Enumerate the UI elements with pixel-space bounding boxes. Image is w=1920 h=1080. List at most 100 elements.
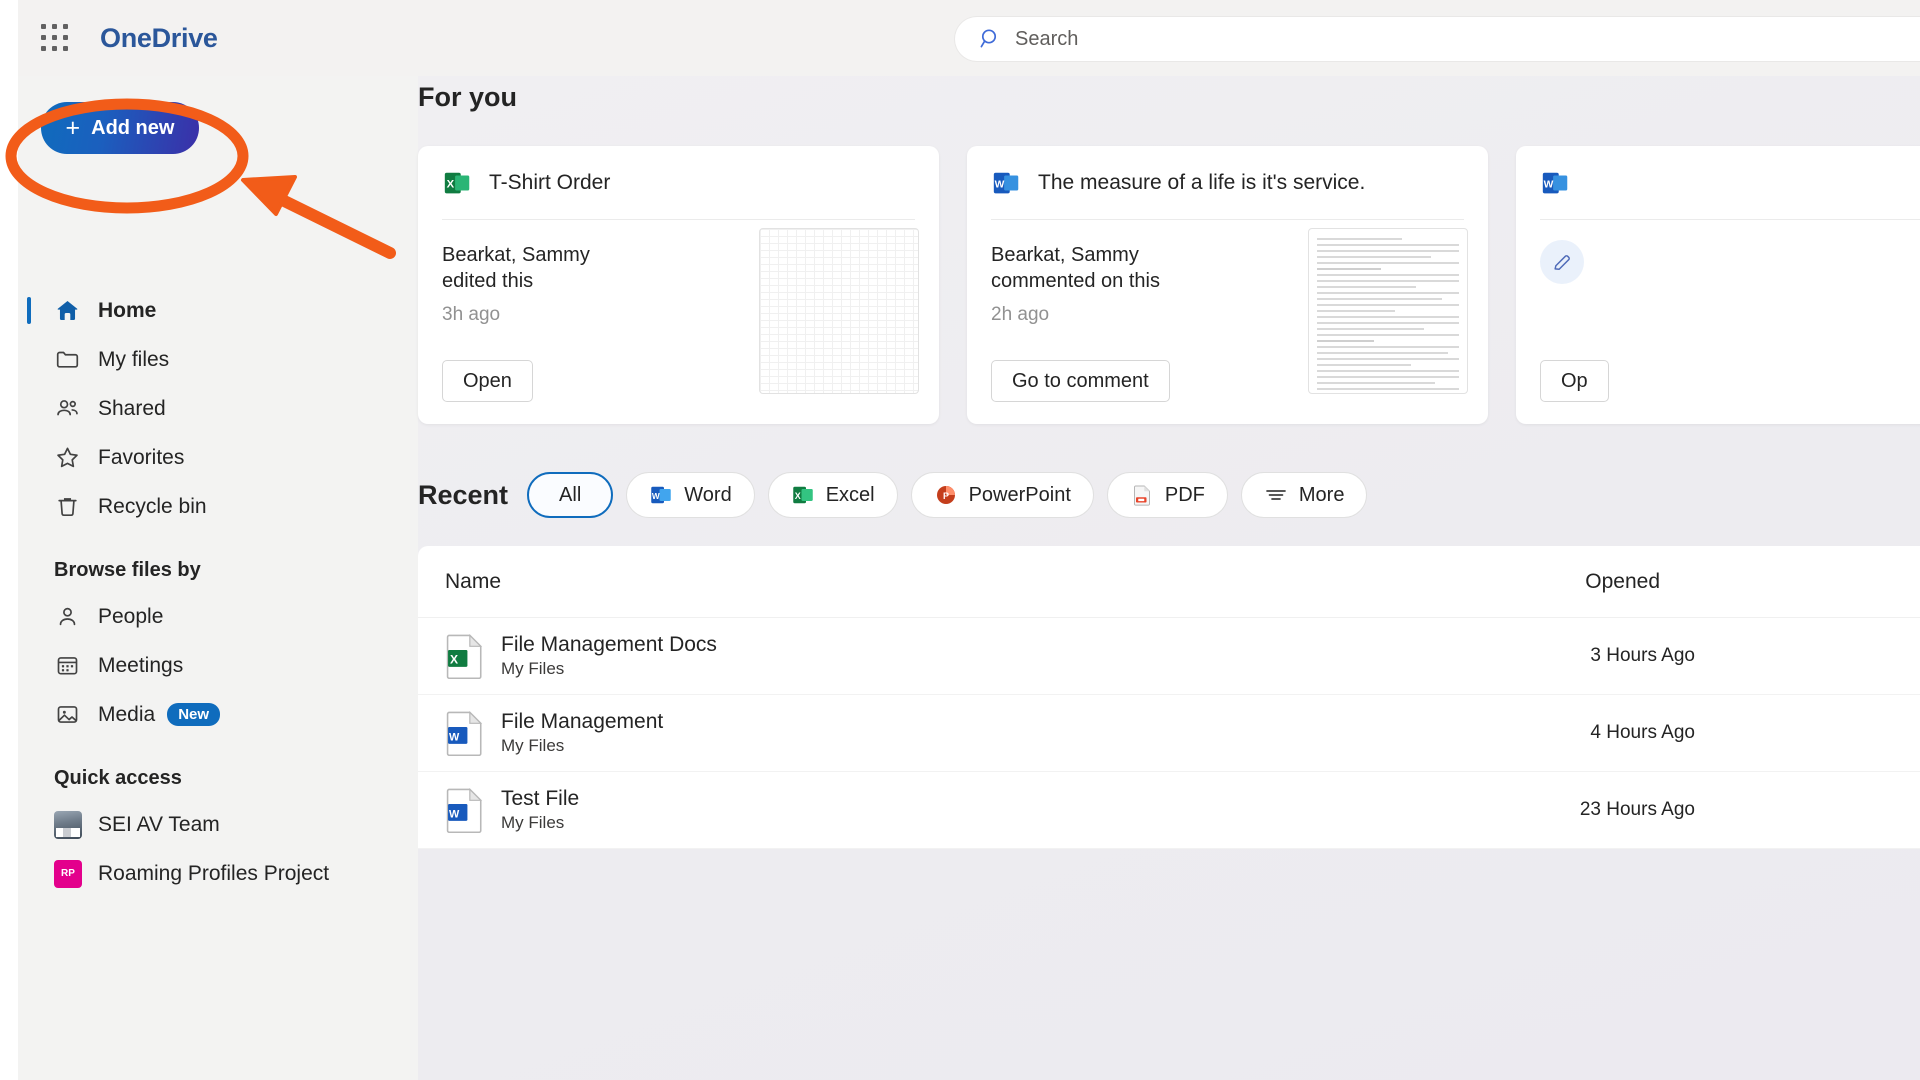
card-actor-line2: commented on this <box>991 270 1160 293</box>
filter-pill-word[interactable]: W Word <box>626 472 755 518</box>
main-content: For you X T-Shirt Order Bearkat, Sammy e… <box>418 76 1920 1080</box>
for-you-card[interactable]: X T-Shirt Order Bearkat, Sammy edited th… <box>418 146 939 424</box>
sidebar-item-recycle-bin[interactable]: Recycle bin <box>18 482 418 531</box>
quick-access-heading: Quick access <box>54 767 182 789</box>
card-title: T-Shirt Order <box>489 170 611 194</box>
for-you-carousel: X T-Shirt Order Bearkat, Sammy edited th… <box>418 146 1920 424</box>
file-name: File Management <box>501 710 664 733</box>
sidebar-item-sei-av-team[interactable]: SEI AV Team <box>18 800 418 849</box>
svg-text:X: X <box>447 178 455 190</box>
sidebar-item-label: Roaming Profiles Project <box>98 861 330 885</box>
status-badge-new: New <box>167 703 221 726</box>
filter-pill-label: PDF <box>1164 483 1205 506</box>
sidebar-item-roaming-profiles-project[interactable]: RP Roaming Profiles Project <box>18 849 418 898</box>
sidebar-item-meetings[interactable]: Meetings <box>18 641 418 690</box>
sidebar-item-my-files[interactable]: My files <box>18 335 418 384</box>
sidebar-item-favorites[interactable]: Favorites <box>18 433 418 482</box>
filter-pill-more[interactable]: More <box>1240 472 1368 518</box>
people-icon <box>54 394 86 424</box>
browse-files-by-heading: Browse files by <box>54 559 201 581</box>
file-location: My Files <box>501 736 565 755</box>
sidebar-item-label: Recycle bin <box>98 494 207 518</box>
card-actor-line1: Bearkat, Sammy <box>442 244 590 266</box>
brand-onedrive[interactable]: OneDrive <box>100 23 218 54</box>
excel-icon: X <box>792 486 813 504</box>
excel-icon: X <box>444 172 470 193</box>
excel-file-icon: X <box>446 633 483 679</box>
folder-icon <box>54 345 86 375</box>
sidebar-item-label: Media <box>98 702 156 726</box>
svg-text:W: W <box>995 179 1005 190</box>
column-header-opened[interactable]: Opened <box>1585 570 1660 594</box>
word-file-icon: W <box>446 710 483 756</box>
file-location: My Files <box>501 659 565 678</box>
onedrive-app: OneDrive + Add new Home <box>0 0 1920 1080</box>
filter-pill-label: All <box>559 483 582 506</box>
site-initials: RP <box>54 859 82 888</box>
add-new-button[interactable]: + Add new <box>41 102 199 154</box>
table-row[interactable]: W File Management My Files 4 Hours Ago <box>418 695 1920 772</box>
sidebar-item-people[interactable]: People <box>18 592 418 641</box>
file-location: My Files <box>501 813 565 832</box>
filter-pill-excel[interactable]: X Excel <box>767 472 898 518</box>
card-title: The measure of a life is it's service. <box>1038 170 1366 194</box>
filter-pill-powerpoint[interactable]: P PowerPoint <box>910 472 1094 518</box>
card-timestamp: 2h ago <box>991 303 1050 325</box>
recent-label: Recent <box>418 479 509 510</box>
card-actor-line1: Bearkat, Sammy <box>991 244 1139 266</box>
column-header-name[interactable]: Name <box>418 570 501 594</box>
search-icon <box>980 29 997 48</box>
filter-pill-label: PowerPoint <box>968 483 1071 506</box>
card-action-button[interactable]: Open <box>442 360 533 402</box>
sidebar-item-label: Home <box>98 298 157 322</box>
divider <box>1540 219 1920 220</box>
card-action-button[interactable]: Go to comment <box>991 360 1170 402</box>
app-launcher-icon[interactable] <box>32 23 78 53</box>
file-name: Test File <box>501 787 580 810</box>
card-header: W <box>1516 146 1920 219</box>
file-opened: 4 Hours Ago <box>1590 722 1695 743</box>
filter-pill-pdf[interactable]: PDF <box>1106 472 1228 518</box>
powerpoint-icon: P <box>936 486 955 504</box>
pdf-icon <box>1133 485 1150 506</box>
for-you-card[interactable]: W The measure of a life is it's service.… <box>967 146 1488 424</box>
card-timestamp: 3h ago <box>442 303 501 325</box>
card-thumbnail <box>759 228 919 394</box>
sidebar-item-home[interactable]: Home <box>18 286 418 335</box>
filter-pill-all[interactable]: All <box>527 472 614 518</box>
for-you-card[interactable]: W Op <box>1516 146 1920 424</box>
search-bar[interactable] <box>955 17 1920 61</box>
sidebar-item-label: My files <box>98 347 170 371</box>
site-icon: RP <box>54 859 86 889</box>
svg-text:W: W <box>449 731 460 743</box>
table-row[interactable]: X File Management Docs My Files 3 Hours … <box>418 618 1920 695</box>
sidebar-item-label: Meetings <box>98 653 184 677</box>
table-row[interactable]: W Test File My Files 23 Hours Ago <box>418 772 1920 849</box>
table-header: Name Opened <box>418 546 1920 618</box>
word-icon: W <box>651 486 672 504</box>
file-name: File Management Docs <box>501 633 717 656</box>
card-thumbnail <box>1308 228 1468 394</box>
page-title: For you <box>418 82 517 112</box>
svg-text:P: P <box>943 491 949 501</box>
svg-text:X: X <box>450 652 458 666</box>
home-icon <box>54 296 86 326</box>
edit-pencil-icon <box>1540 240 1584 284</box>
sidebar-item-shared[interactable]: Shared <box>18 384 418 433</box>
file-opened: 3 Hours Ago <box>1590 645 1695 666</box>
word-icon: W <box>1542 172 1568 193</box>
svg-text:W: W <box>449 808 460 820</box>
word-icon: W <box>993 172 1019 193</box>
filter-icon <box>1266 490 1286 500</box>
card-actor-line2: edited this <box>442 270 534 293</box>
calendar-icon <box>54 651 86 681</box>
sidebar-item-media[interactable]: Media New <box>18 690 418 739</box>
card-action-button[interactable]: Op <box>1540 360 1609 402</box>
recent-filter-bar: Recent All W Word X Excel P PowerPoint P… <box>418 472 1368 518</box>
svg-text:W: W <box>652 492 660 501</box>
filter-pill-label: More <box>1298 483 1345 506</box>
sidebar-item-label: Favorites <box>98 445 185 469</box>
search-input[interactable] <box>1015 27 1815 51</box>
filter-pill-label: Excel <box>825 483 875 506</box>
recent-files-table: Name Opened X File Management Docs My Fi… <box>418 546 1920 849</box>
